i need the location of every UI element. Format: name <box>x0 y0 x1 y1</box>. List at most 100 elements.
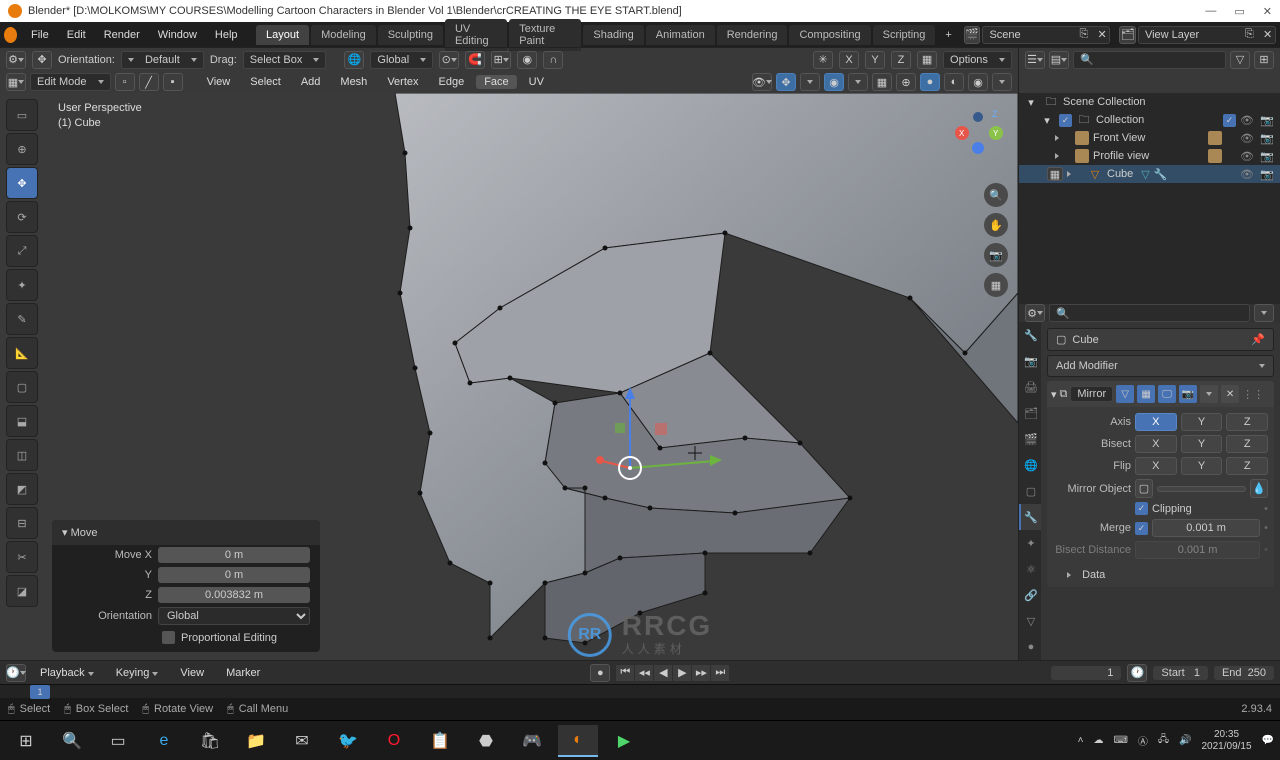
jump-start-icon[interactable]: ⏮ <box>616 665 634 681</box>
bisect-z-button[interactable]: Z <box>1226 435 1268 453</box>
tray-network-icon[interactable]: 🖧 <box>1158 732 1169 749</box>
tab-scene[interactable]: 🎬 <box>1019 426 1041 452</box>
camera-icon[interactable]: 📷 <box>984 243 1008 267</box>
tool-settings-icon[interactable]: ⚙ <box>6 51 26 69</box>
clipping-checkbox[interactable]: ✓ <box>1135 502 1148 515</box>
snap-toggle-icon[interactable]: 🧲 <box>465 51 485 69</box>
nav-gizmo[interactable]: Z X Y <box>948 103 1008 163</box>
workspace-uv[interactable]: UV Editing <box>445 19 507 51</box>
tool-cursor[interactable]: ⊕ <box>6 133 38 165</box>
workspace-texpaint[interactable]: Texture Paint <box>509 19 581 51</box>
workspace-compositing[interactable]: Compositing <box>789 25 870 45</box>
timeline-keying[interactable]: Keying <box>108 666 167 680</box>
mail-icon[interactable]: ✉ <box>282 725 322 757</box>
tool-add-cube[interactable]: ▢ <box>6 371 38 403</box>
data-subpanel-label[interactable]: Data <box>1082 569 1105 581</box>
tool-scale[interactable]: ⤢ <box>6 235 38 267</box>
tray-up-icon[interactable]: ˄ <box>1078 735 1084 746</box>
tool-measure[interactable]: 📐 <box>6 337 38 369</box>
zoom-icon[interactable]: 🔍 <box>984 183 1008 207</box>
mod-render-icon[interactable]: 📷 <box>1179 385 1197 403</box>
xray-toggle-icon[interactable]: ▦ <box>872 73 892 91</box>
mod-editmode-icon[interactable]: ▽ <box>1116 385 1134 403</box>
workspace-shading[interactable]: Shading <box>583 25 643 45</box>
taskview-icon[interactable]: ▭ <box>98 725 138 757</box>
tool-loopcut[interactable]: ⊟ <box>6 507 38 539</box>
outliner-collection[interactable]: ▾✓🗀Collection ✓👁📷 <box>1019 111 1280 129</box>
workspace-layout[interactable]: Layout <box>256 25 309 45</box>
transform-orient-icon[interactable]: 🌐 <box>344 51 364 69</box>
tool-move[interactable]: ✥ <box>6 167 38 199</box>
operator-panel-header[interactable]: ▾ Move <box>52 520 320 545</box>
timeline-view[interactable]: View <box>172 666 212 680</box>
workspace-modeling[interactable]: Modeling <box>311 25 376 45</box>
menu-render[interactable]: Render <box>96 25 148 45</box>
current-frame[interactable]: 1 <box>1051 666 1121 680</box>
preview-range-icon[interactable]: 🕐 <box>1127 664 1147 682</box>
tab-output[interactable]: 🖨 <box>1019 374 1041 400</box>
flip-z-button[interactable]: Z <box>1226 457 1268 475</box>
menu-add[interactable]: Add <box>293 75 329 89</box>
proportional-checkbox[interactable] <box>162 631 175 644</box>
snap-x-button[interactable]: X <box>839 51 859 69</box>
end-frame[interactable]: End 250 <box>1214 666 1274 680</box>
workspace-add-icon[interactable]: + <box>937 25 959 45</box>
start-button[interactable]: ⊞ <box>6 725 46 757</box>
clock-time[interactable]: 20:35 <box>1201 729 1251 741</box>
outliner-item-frontview[interactable]: Front View 👁📷 <box>1019 129 1280 147</box>
minimize-icon[interactable]: — <box>1205 5 1216 18</box>
pin-icon[interactable]: 📌 <box>1251 333 1265 346</box>
camera-filter-icon[interactable]: 📷 <box>1260 114 1276 127</box>
playhead[interactable]: 1 <box>30 685 50 699</box>
axis-y-button[interactable]: Y <box>1181 413 1223 431</box>
bisect-x-button[interactable]: X <box>1135 435 1177 453</box>
mod-drag-icon[interactable]: ⋮⋮ <box>1242 388 1264 401</box>
tool-select-box[interactable]: ▭ <box>6 99 38 131</box>
outliner[interactable]: ▾🗀Scene Collection ▾✓🗀Collection ✓👁📷 Fro… <box>1019 93 1280 304</box>
search-icon[interactable]: 🔍 <box>52 725 92 757</box>
mesh-automerge-icon[interactable]: ✳ <box>813 51 833 69</box>
outliner-item-cube[interactable]: ▦▽Cube ▽🔧 👁📷 <box>1019 165 1280 183</box>
viewlayer-selector[interactable]: View Layer ⎘ ✕ <box>1138 26 1276 44</box>
start-frame[interactable]: Start 1 <box>1153 666 1208 680</box>
tab-object[interactable]: ▢ <box>1019 478 1041 504</box>
outliner-editor-icon[interactable]: ☰ <box>1025 51 1045 69</box>
prev-key-icon[interactable]: ◂◂ <box>635 665 653 681</box>
tab-constraint[interactable]: 🔗 <box>1019 582 1041 608</box>
axis-x-button[interactable]: X <box>1135 413 1177 431</box>
timeline-editor-icon[interactable]: 🕐 <box>6 664 26 682</box>
edge-select-icon[interactable]: ╱ <box>139 73 159 91</box>
modifier-name[interactable]: Mirror <box>1070 386 1113 402</box>
maximize-icon[interactable]: ▭ <box>1234 5 1244 18</box>
eye-icon[interactable]: 👁 <box>1240 114 1256 127</box>
tool-inset[interactable]: ◫ <box>6 439 38 471</box>
move-z-value[interactable]: 0.003832 m <box>158 587 310 603</box>
correct-face-icon[interactable]: ▦ <box>917 51 937 69</box>
edge-icon[interactable]: e <box>144 725 184 757</box>
tab-material[interactable]: ● <box>1019 634 1041 660</box>
tool-transform[interactable]: ✦ <box>6 269 38 301</box>
tray-keyboard-icon[interactable]: ⌨ <box>1113 735 1127 746</box>
outliner-display-icon[interactable]: ▤ <box>1049 51 1069 69</box>
orientation-select[interactable]: Global <box>158 607 310 625</box>
collapse-icon[interactable]: ▾ <box>1051 388 1057 401</box>
blender-taskbar-icon[interactable]: ◐ <box>558 725 598 757</box>
tab-modifier[interactable]: 🔧 <box>1019 504 1041 530</box>
editor-type-icon[interactable]: ▦ <box>6 73 26 91</box>
store-icon[interactable]: 🛍 <box>190 725 230 757</box>
jump-end-icon[interactable]: ⏭ <box>711 665 729 681</box>
blender-logo-icon[interactable] <box>4 27 17 43</box>
close-icon[interactable]: ✕ <box>1263 5 1272 18</box>
shading-rendered-icon[interactable]: ◉ <box>968 73 988 91</box>
outliner-filter-icon[interactable]: ▽ <box>1230 51 1250 69</box>
outliner-mode-icon[interactable]: ▦ <box>1047 167 1063 181</box>
workspace-scripting[interactable]: Scripting <box>873 25 936 45</box>
move-y-value[interactable]: 0 m <box>158 567 310 583</box>
menu-edge[interactable]: Edge <box>431 75 473 89</box>
app-icon[interactable]: 🐦 <box>328 725 368 757</box>
outliner-item-profileview[interactable]: Profile view 👁📷 <box>1019 147 1280 165</box>
select-visible-icon[interactable]: 👁 <box>752 73 772 91</box>
menu-view[interactable]: View <box>199 75 239 89</box>
workspace-sculpting[interactable]: Sculpting <box>378 25 443 45</box>
tray-volume-icon[interactable]: 🔊 <box>1179 735 1191 746</box>
